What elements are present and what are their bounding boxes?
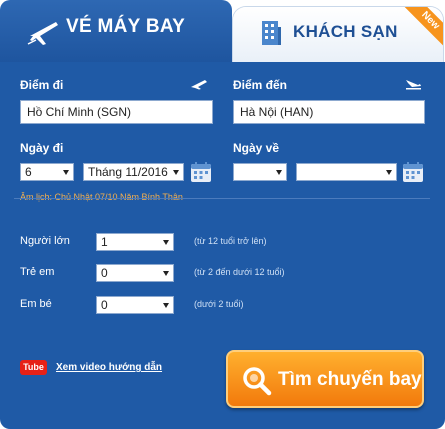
child-label: Trẻ em [20,266,55,278]
search-panel: Điểm đi Hồ Chí Minh (SGN) Điểm đến Hà Nộ… [0,62,445,429]
lunar-date-note: Âm lịch: Chủ Nhật 07/10 Năm Bính Thân [20,192,183,202]
youtube-icon[interactable]: Tube [20,360,47,375]
search-flights-button[interactable]: Tìm chuyến bay [226,350,424,408]
child-age-hint: (từ 2 đến dưới 12 tuổi) [194,267,285,277]
video-guide-link[interactable]: Xem video hướng dẫn [56,362,162,373]
depart-date-label: Ngày đi [20,141,64,155]
flight-search-widget: VÉ MÁY BAY KHÁCH SẠN New Điểm đi Hồ Chí … [0,0,445,429]
child-count-select[interactable]: 0 [96,264,174,282]
return-date-label: Ngày về [233,141,280,155]
child-count-value: 0 [101,266,108,280]
depart-day-value: 6 [25,165,32,179]
return-day-select[interactable] [233,163,287,181]
tab-hotel[interactable]: KHÁCH SẠN New [232,6,444,62]
search-icon [243,367,272,396]
building-icon [262,21,281,45]
section-divider [14,198,430,199]
depart-month-value: Tháng 11/2016 [88,165,168,179]
infant-label: Em bé [20,298,52,310]
chevron-down-icon [163,271,169,276]
airplane-icon [27,22,58,45]
adult-count-value: 1 [101,235,108,249]
tab-flight[interactable]: VÉ MÁY BAY [0,0,232,62]
origin-label: Điểm đi [20,78,64,92]
chevron-down-icon [173,170,179,175]
chevron-down-icon [63,170,69,175]
search-flights-label: Tìm chuyến bay [278,369,422,390]
destination-input[interactable]: Hà Nội (HAN) [233,100,425,124]
return-month-select[interactable] [296,163,397,181]
destination-label: Điểm đến [233,78,288,92]
adult-label: Người lớn [20,235,70,247]
depart-day-select[interactable]: 6 [20,163,74,181]
chevron-down-icon [163,303,169,308]
adult-age-hint: (từ 12 tuổi trở lên) [194,236,267,246]
infant-age-hint: (dưới 2 tuổi) [194,299,244,309]
chevron-down-icon [163,240,169,245]
chevron-down-icon [276,170,282,175]
infant-count-select[interactable]: 0 [96,296,174,314]
tab-flight-label: VÉ MÁY BAY [66,16,186,37]
tab-hotel-label: KHÁCH SẠN [293,22,398,41]
takeoff-icon [191,80,207,90]
adult-count-select[interactable]: 1 [96,233,174,251]
depart-month-select[interactable]: Tháng 11/2016 [83,163,184,181]
landing-icon [406,80,421,90]
infant-count-value: 0 [101,298,108,312]
calendar-icon[interactable] [402,161,424,183]
calendar-icon[interactable] [190,161,212,183]
chevron-down-icon [386,170,392,175]
origin-input[interactable]: Hồ Chí Minh (SGN) [20,100,213,124]
